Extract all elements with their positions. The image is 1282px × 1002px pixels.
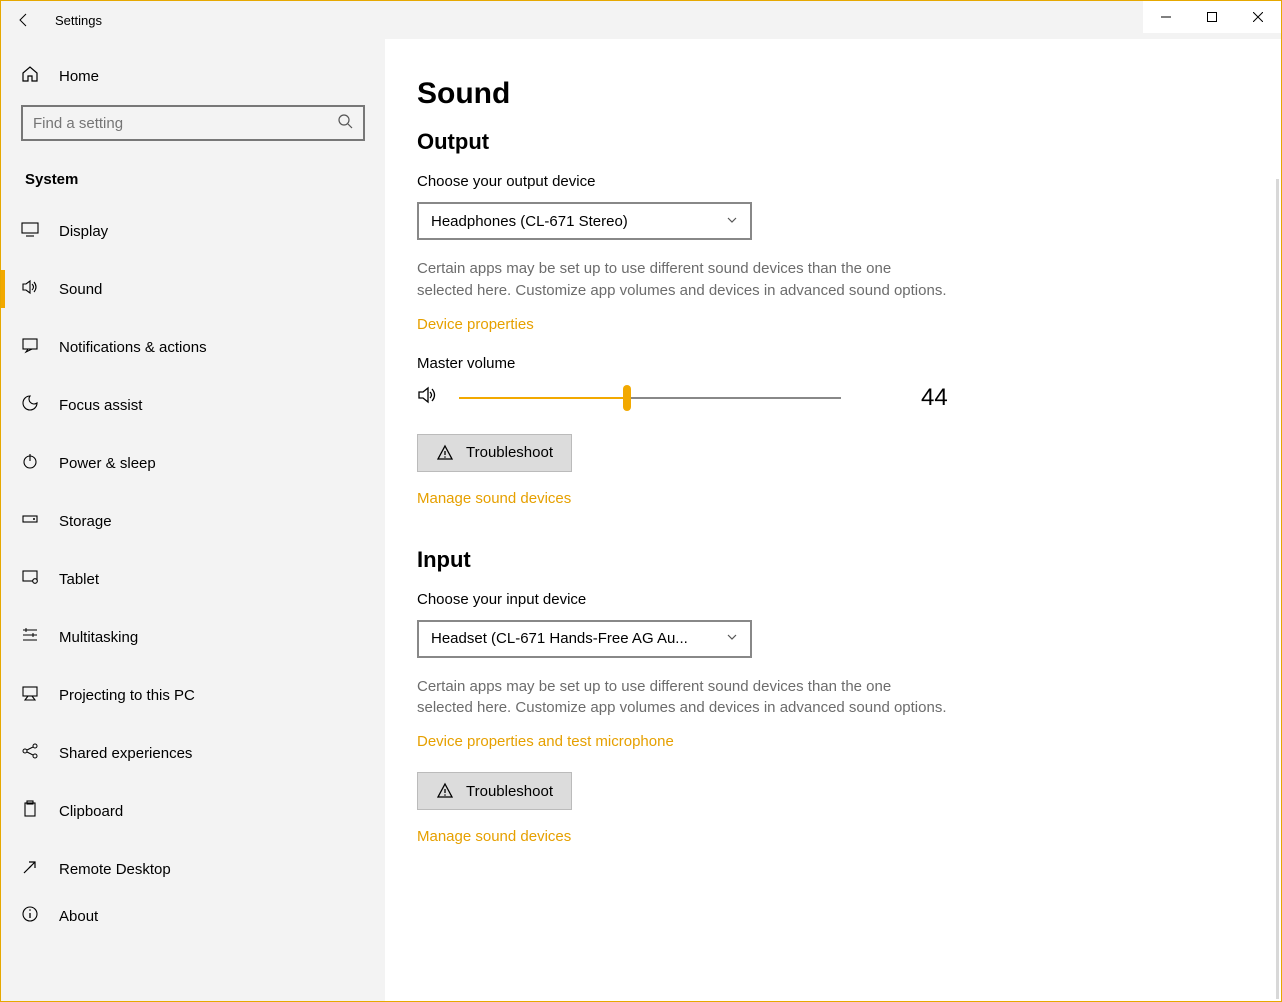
sidebar-item-label: Display <box>59 223 108 240</box>
chevron-down-icon <box>726 630 738 647</box>
sidebar-item-label: About <box>59 908 98 925</box>
output-heading: Output <box>417 129 1249 155</box>
sidebar-item-display[interactable]: Display <box>1 202 385 260</box>
sidebar-item-power[interactable]: Power & sleep <box>1 434 385 492</box>
output-device-properties-link[interactable]: Device properties <box>417 316 1249 333</box>
sidebar-item-label: Shared experiences <box>59 745 192 762</box>
sidebar-home[interactable]: Home <box>1 47 385 105</box>
tablet-icon <box>21 568 39 590</box>
sidebar-item-notifications[interactable]: Notifications & actions <box>1 318 385 376</box>
sidebar-item-sound[interactable]: Sound <box>1 260 385 318</box>
input-device-label: Choose your input device <box>417 591 1249 608</box>
storage-icon <box>21 510 39 532</box>
manage-sound-devices-link[interactable]: Manage sound devices <box>417 490 1249 507</box>
page-title: Sound <box>417 77 1249 111</box>
sidebar-item-label: Multitasking <box>59 629 138 646</box>
scrollbar[interactable] <box>1276 179 1279 999</box>
master-volume-label: Master volume <box>417 355 1249 372</box>
sidebar-item-focus-assist[interactable]: Focus assist <box>1 376 385 434</box>
sidebar-item-label: Storage <box>59 513 112 530</box>
input-troubleshoot-button[interactable]: Troubleshoot <box>417 772 572 810</box>
window-controls <box>1143 1 1281 33</box>
clipboard-icon <box>21 800 39 822</box>
input-device-value: Headset (CL-671 Hands-Free AG Au... <box>431 630 688 647</box>
shared-icon <box>21 742 39 764</box>
sidebar-item-storage[interactable]: Storage <box>1 492 385 550</box>
projecting-icon <box>21 684 39 706</box>
home-icon <box>21 65 39 87</box>
sidebar-item-label: Notifications & actions <box>59 339 207 356</box>
volume-slider[interactable] <box>459 397 841 399</box>
chevron-down-icon <box>726 213 738 230</box>
sidebar-item-label: Tablet <box>59 571 99 588</box>
output-device-label: Choose your output device <box>417 173 1249 190</box>
sidebar-item-about[interactable]: About <box>1 898 385 934</box>
search-icon <box>337 113 353 134</box>
output-device-dropdown[interactable]: Headphones (CL-671 Stereo) <box>417 202 752 240</box>
input-device-properties-link[interactable]: Device properties and test microphone <box>417 733 1249 750</box>
content-area: Sound Output Choose your output device H… <box>385 39 1281 1001</box>
warning-icon <box>436 444 454 462</box>
sidebar-category: System <box>1 155 385 202</box>
focus-icon <box>21 394 39 416</box>
minimize-button[interactable] <box>1143 1 1189 33</box>
about-icon <box>21 905 39 927</box>
power-icon <box>21 452 39 474</box>
search-container <box>1 105 385 155</box>
display-icon <box>21 220 39 242</box>
sidebar-item-projecting[interactable]: Projecting to this PC <box>1 666 385 724</box>
input-description: Certain apps may be set up to use differ… <box>417 676 947 720</box>
titlebar: Settings <box>1 1 1281 39</box>
input-manage-sound-devices-link[interactable]: Manage sound devices <box>417 828 1249 845</box>
troubleshoot-label: Troubleshoot <box>466 444 553 461</box>
sidebar-item-label: Remote Desktop <box>59 861 171 878</box>
sidebar: Home System Display Sound Notifications … <box>1 39 385 1001</box>
main-area: Home System Display Sound Notifications … <box>1 39 1281 1001</box>
sidebar-item-tablet[interactable]: Tablet <box>1 550 385 608</box>
sidebar-item-label: Power & sleep <box>59 455 156 472</box>
volume-slider-fill <box>459 397 627 399</box>
maximize-button[interactable] <box>1189 1 1235 33</box>
volume-slider-row: 44 <box>417 384 1249 412</box>
volume-value: 44 <box>921 384 948 412</box>
speaker-icon <box>417 384 439 411</box>
sound-icon <box>21 278 39 300</box>
search-box[interactable] <box>21 105 365 141</box>
sidebar-item-remote[interactable]: Remote Desktop <box>1 840 385 898</box>
notifications-icon <box>21 336 39 358</box>
remote-icon <box>21 858 39 880</box>
sidebar-item-clipboard[interactable]: Clipboard <box>1 782 385 840</box>
output-device-value: Headphones (CL-671 Stereo) <box>431 213 628 230</box>
volume-slider-thumb[interactable] <box>623 385 631 411</box>
close-button[interactable] <box>1235 1 1281 33</box>
troubleshoot-label: Troubleshoot <box>466 783 553 800</box>
sidebar-home-label: Home <box>59 68 99 85</box>
sidebar-item-label: Clipboard <box>59 803 123 820</box>
back-button[interactable] <box>1 1 47 39</box>
multitask-icon <box>21 626 39 648</box>
sidebar-item-multitasking[interactable]: Multitasking <box>1 608 385 666</box>
sidebar-item-label: Focus assist <box>59 397 142 414</box>
sidebar-item-label: Projecting to this PC <box>59 687 195 704</box>
window-title: Settings <box>55 13 102 28</box>
output-description: Certain apps may be set up to use differ… <box>417 258 947 302</box>
output-troubleshoot-button[interactable]: Troubleshoot <box>417 434 572 472</box>
input-device-dropdown[interactable]: Headset (CL-671 Hands-Free AG Au... <box>417 620 752 658</box>
search-input[interactable] <box>33 115 337 132</box>
sidebar-item-shared[interactable]: Shared experiences <box>1 724 385 782</box>
sidebar-item-label: Sound <box>59 281 102 298</box>
input-heading: Input <box>417 547 1249 573</box>
warning-icon <box>436 782 454 800</box>
